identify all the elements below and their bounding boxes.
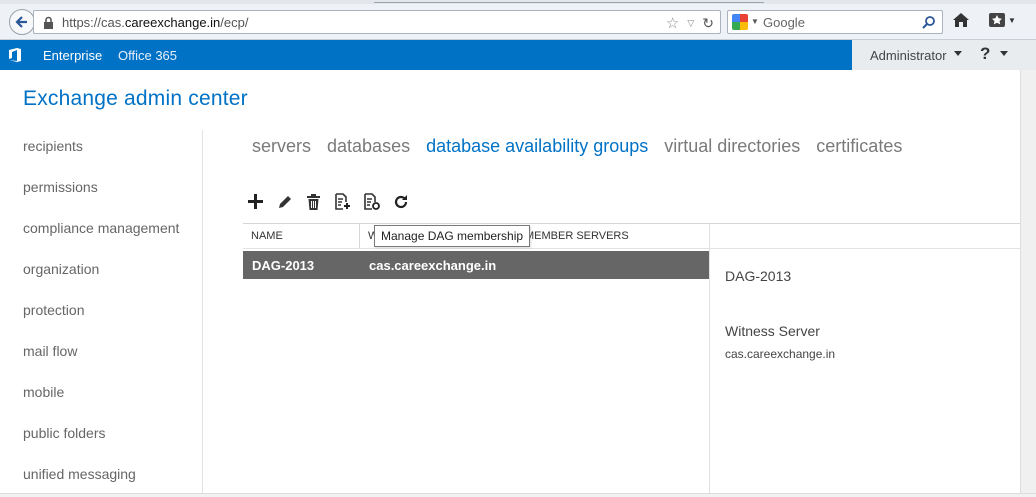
reload-icon[interactable]: ↻ [702, 15, 714, 32]
edit-icon[interactable] [275, 192, 294, 211]
browser-toolbar: https://cas.careexchange.in/ecp/ ☆ ▽ ↻ ▼… [0, 0, 1036, 40]
search-icon[interactable] [922, 15, 936, 29]
help-caret-icon[interactable] [1000, 51, 1008, 56]
search-engine-caret-icon[interactable]: ▼ [751, 17, 759, 26]
column-name[interactable]: NAME [251, 230, 283, 242]
nav-office-365[interactable]: Office 365 [118, 48, 177, 63]
column-member-servers[interactable]: MEMBER SERVERS [525, 230, 629, 242]
tab-servers[interactable]: servers [252, 136, 311, 157]
url-text: https://cas.careexchange.in/ecp/ [62, 15, 249, 30]
nav-permissions[interactable]: permissions [23, 177, 203, 218]
grid-header-border [243, 248, 1020, 249]
nav-public-folders[interactable]: public folders [23, 423, 203, 464]
page-scrollbar[interactable] [1020, 70, 1036, 497]
office-navbar: Enterprise Office 365 Administrator ? [0, 40, 1036, 70]
bookmarks-button[interactable]: ▼ [988, 12, 1016, 28]
row-name: DAG-2013 [252, 258, 315, 273]
nav-enterprise[interactable]: Enterprise [43, 48, 102, 63]
tab-virtual-directories[interactable]: virtual directories [664, 136, 800, 157]
help-icon[interactable]: ? [980, 44, 990, 64]
details-title: DAG-2013 [725, 268, 792, 284]
details-divider [709, 224, 710, 497]
user-caret-icon[interactable] [954, 51, 962, 56]
column-separator[interactable] [359, 224, 360, 249]
nav-protection[interactable]: protection [23, 300, 203, 341]
details-witness-value: cas.careexchange.in [725, 347, 836, 361]
bookmark-star-icon[interactable]: ☆ [666, 14, 679, 32]
manage-dag-network-icon[interactable] [362, 192, 381, 211]
nav-recipients[interactable]: recipients [23, 136, 203, 177]
nav-mobile[interactable]: mobile [23, 382, 203, 423]
search-placeholder: Google [763, 15, 805, 30]
home-icon[interactable] [952, 12, 970, 28]
nav-organization[interactable]: organization [23, 259, 203, 300]
tab-database-availability-groups[interactable]: database availability groups [426, 136, 648, 157]
address-bar[interactable]: https://cas.careexchange.in/ecp/ ☆ ▽ ↻ [33, 10, 721, 34]
google-icon [732, 14, 748, 30]
nav-compliance-management[interactable]: compliance management [23, 218, 203, 259]
window-bottom-edge [0, 493, 1036, 497]
bookmarks-icon [989, 13, 1005, 27]
manage-dag-membership-icon[interactable] [333, 192, 352, 211]
app-title: Exchange admin center [23, 87, 248, 110]
bookmarks-caret-icon: ▼ [1008, 15, 1016, 25]
search-box[interactable]: ▼ Google [727, 10, 943, 34]
action-toolbar [246, 192, 410, 211]
table-row[interactable]: DAG-2013 cas.careexchange.in [243, 251, 709, 279]
back-button[interactable] [9, 9, 35, 35]
row-member-servers: cas.careexchange.in [369, 258, 497, 273]
left-navigation: recipients permissions compliance manage… [23, 136, 203, 497]
nav-mail-flow[interactable]: mail flow [23, 341, 203, 382]
tooltip: Manage DAG membership [374, 225, 531, 247]
server-tabs: servers databases database availability … [252, 136, 902, 157]
user-name[interactable]: Administrator [870, 48, 947, 63]
back-arrow-icon [15, 16, 27, 28]
dropdown-history-icon[interactable]: ▽ [687, 18, 694, 29]
nav-divider [202, 130, 203, 497]
office-logo-icon[interactable] [8, 47, 22, 63]
add-icon[interactable] [246, 192, 265, 211]
lock-icon [44, 16, 53, 29]
refresh-icon[interactable] [391, 192, 410, 211]
user-area: Administrator ? [852, 40, 1036, 70]
details-witness-label: Witness Server [725, 323, 820, 339]
tab-databases[interactable]: databases [327, 136, 410, 157]
delete-icon[interactable] [304, 192, 323, 211]
tab-certificates[interactable]: certificates [816, 136, 902, 157]
browser-tab-strip [0, 0, 1036, 4]
